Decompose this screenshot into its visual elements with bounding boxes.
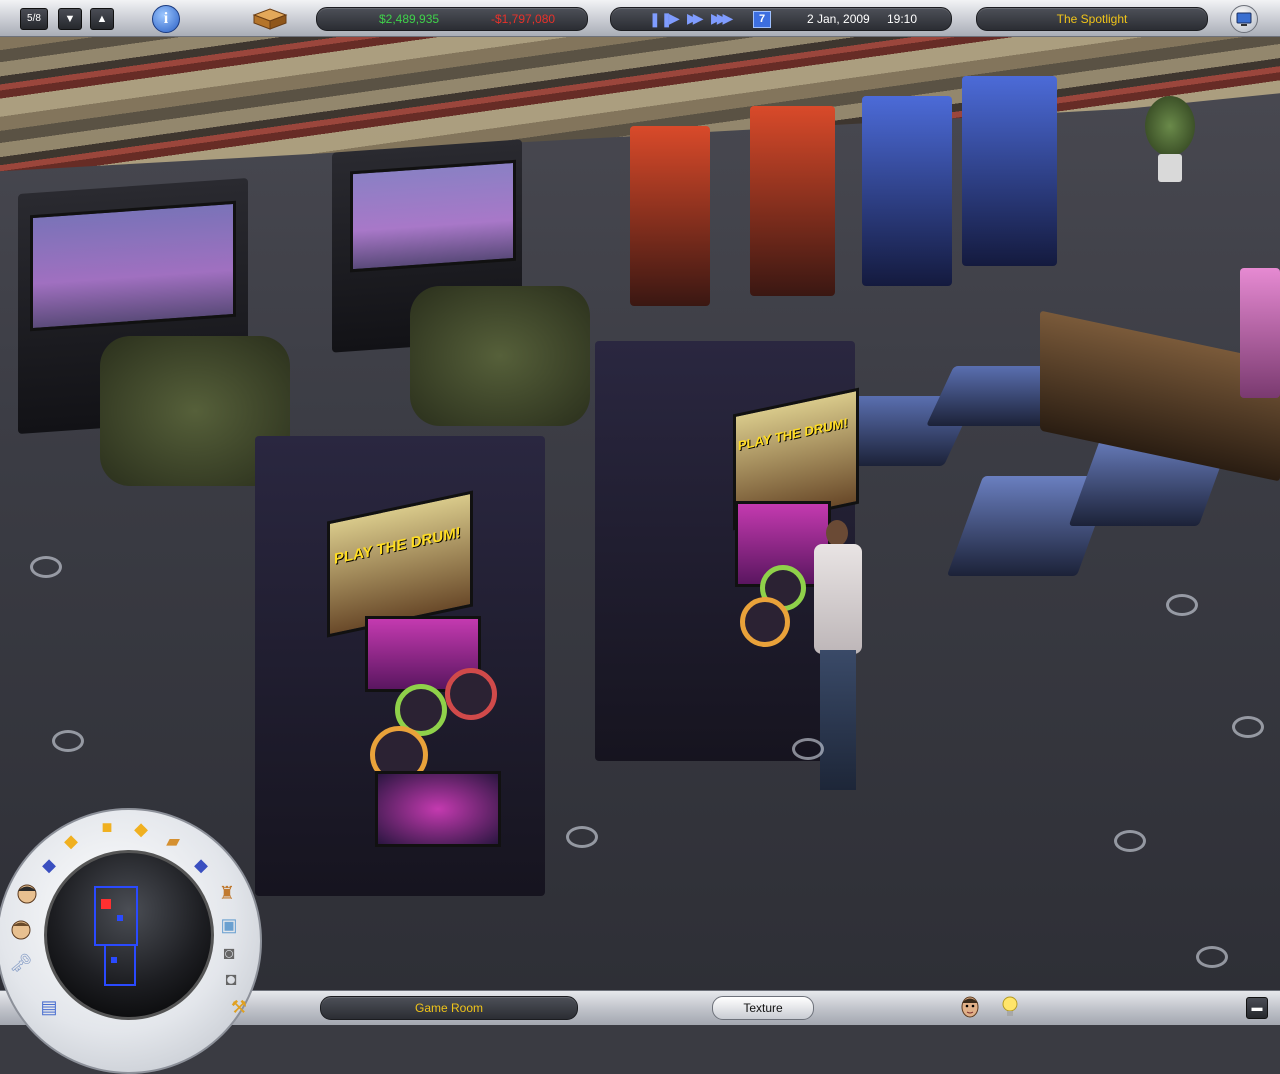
hint-button[interactable] [1000,994,1020,1020]
arrow-up-icon: ▲ [96,13,108,25]
texture-label: Texture [743,1001,783,1015]
floor-marker [30,556,62,578]
red-driving-cabinet-1[interactable] [630,126,710,306]
minimize-icon: ▬ [1251,1002,1263,1014]
decor-tool[interactable]: ◆ [188,852,214,878]
scroll-up-button[interactable]: ▲ [90,8,114,30]
floor-marker [1114,830,1146,852]
blue-driving-cabinet-2[interactable] [962,76,1057,266]
finance-display[interactable]: $2,489,935 -$1,797,080 [316,7,588,31]
red-driving-cabinet-2[interactable] [750,106,835,296]
floor-marker [566,826,598,848]
camera-tool[interactable]: ◙ [216,940,242,966]
floor-marker [1166,594,1198,616]
room-name-display[interactable]: Game Room [320,996,578,1020]
play-icon: ▶ [669,10,680,26]
lightbulb-icon [1002,996,1018,1016]
object-tool[interactable]: ◆ [36,852,62,878]
fast-forward-icon: ▶▶ [687,10,703,26]
top-toolbar: 5/8 ▼ ▲ i $2,489,935 -$1,797,080 ❚❚ ▶ ▶▶… [0,0,1280,37]
fast-forward-button[interactable]: ▶▶ [687,10,703,27]
visitor-manager-button[interactable] [8,916,34,942]
scroll-down-button[interactable]: ▼ [58,8,82,30]
visitor-face-icon [11,920,31,940]
snapshot-tool[interactable]: ◘ [218,966,244,992]
calendar-speed-badge[interactable]: 7 [753,11,771,28]
monitor-icon [1236,12,1252,26]
picture-frame-tool[interactable]: ▣ [216,912,242,938]
page-counter[interactable]: 5/8 [20,8,48,30]
floor-marker [1232,716,1264,738]
finance-book-button[interactable]: ▤ [36,994,62,1020]
build-room-tool[interactable]: ■ [94,814,120,840]
staff-face-icon [17,884,37,904]
staff-face-icon [961,996,979,1018]
location-title: The Spotlight [1056,12,1128,26]
floor-marker [1196,946,1228,968]
texture-button[interactable]: Texture [712,996,814,1020]
build-wall-tool[interactable]: ◆ [128,816,154,842]
drum-pad-red-1[interactable] [445,668,497,720]
drum-cabinet-1[interactable]: PLAY THE DRUM! [255,436,545,896]
room-name: Game Room [414,1001,484,1015]
build-button[interactable] [252,6,288,30]
expenses-value: -$1,797,080 [491,12,556,26]
fastest-forward-button[interactable]: ▶▶▶ [711,10,733,27]
minimap-panel: ◆ ■ ◆ ▰ ◆ ◆ 🗝 ▤ ♜ ▣ ◙ ◘ ⚒ [0,808,270,1074]
minimap-layout [94,886,138,986]
quad-bike-2[interactable] [410,286,590,426]
info-button[interactable]: i [152,5,180,33]
pink-cabinet[interactable] [1240,268,1280,398]
crate-icon [252,8,288,30]
time-controls: ❚❚ ▶ ▶▶ ▶▶▶ 7 2 Jan, 2009 19:10 [610,7,952,31]
info-icon: i [163,10,169,27]
time-label: 19:10 [887,12,918,26]
staff-manager-button[interactable] [14,880,40,906]
money-value: $2,489,935 [379,12,440,26]
build-floor-tool[interactable]: ◆ [58,828,84,854]
furniture-chair-tool[interactable]: ♜ [214,880,240,906]
potted-plant [1140,96,1200,186]
blue-driving-cabinet-1[interactable] [862,96,952,286]
staff-button[interactable] [958,994,982,1020]
floor-marker [52,730,84,752]
demolish-tool[interactable]: ⚒ [226,994,252,1020]
play-button[interactable]: ▶ [669,10,680,27]
arrow-down-icon: ▼ [64,13,76,25]
system-menu-button[interactable] [1230,5,1258,33]
floor-marker [792,738,824,760]
date-label: 2 Jan, 2009 [807,12,870,26]
build-door-tool[interactable]: ▰ [160,828,186,854]
drum-pad-orange-2[interactable] [740,597,790,647]
fastest-forward-icon: ▶▶▶ [711,10,733,26]
keys-button[interactable]: 🗝 [8,950,34,976]
location-display[interactable]: The Spotlight [976,7,1208,31]
minimize-button[interactable]: ▬ [1246,997,1268,1019]
